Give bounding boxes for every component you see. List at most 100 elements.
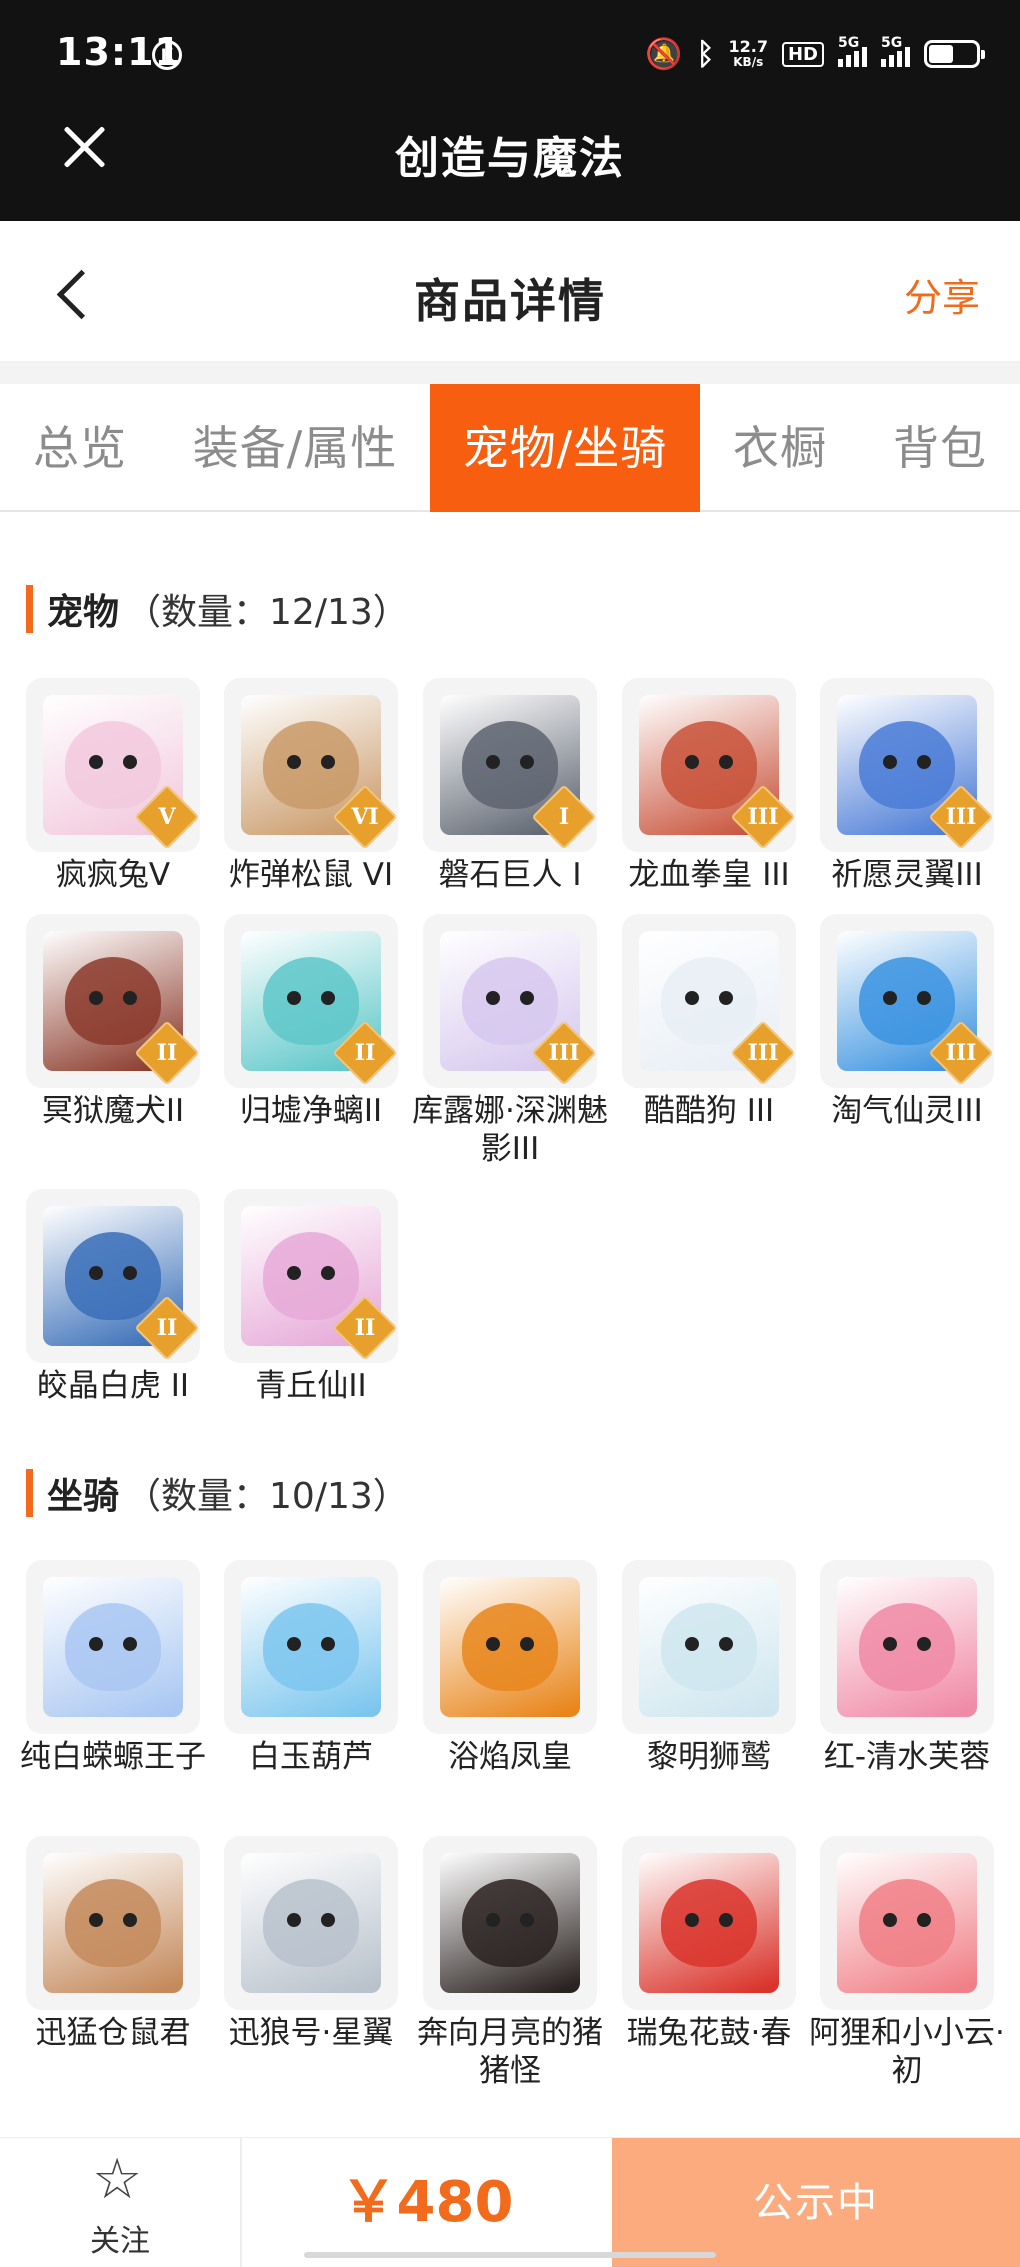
- tab-bar: 总览 装备/属性 宠物/坐骑 衣橱 背包: [0, 384, 1020, 512]
- grid-item[interactable]: III 淘气仙灵III: [820, 914, 994, 1130]
- grid-item[interactable]: 迅狼号·星翼: [224, 1836, 398, 2052]
- tier-badge: II: [332, 1295, 398, 1361]
- bottom-bar: ☆ 关注 ￥480 公示中: [0, 2137, 1020, 2267]
- item-name: 阿狸和小小云·初: [809, 2015, 1005, 2089]
- grid-item[interactable]: II 青丘仙II: [224, 1189, 398, 1405]
- item-name: 纯白蝾螈王子: [20, 1739, 206, 1775]
- creature-icon: [241, 1577, 381, 1717]
- item-thumbnail: [224, 1836, 398, 2010]
- app-title: 创造与魔法: [395, 133, 625, 184]
- home-indicator: [304, 2252, 716, 2258]
- page-header: 商品详情 分享: [0, 221, 1020, 361]
- net-speed: 12.7 KB/s: [728, 37, 768, 70]
- item-thumbnail: [423, 1560, 597, 1734]
- item-name: 磐石巨人 I: [438, 857, 582, 893]
- grid-item[interactable]: III 龙血拳皇 III: [622, 678, 796, 894]
- grid-item[interactable]: VI 炸弹松鼠 VI: [224, 678, 398, 894]
- tab-overview[interactable]: 总览: [0, 384, 160, 512]
- item-thumbnail: [224, 1560, 398, 1734]
- item-thumbnail: I: [423, 678, 597, 852]
- grid-item[interactable]: II 冥狱魔犬II: [26, 914, 200, 1130]
- item-thumbnail: III: [820, 678, 994, 852]
- share-button[interactable]: 分享: [904, 267, 980, 322]
- follow-button[interactable]: ☆ 关注: [0, 2138, 242, 2267]
- item-name: 红-清水芙蓉: [823, 1739, 991, 1775]
- creature-icon: [241, 1853, 381, 1993]
- grid-item[interactable]: 浴焰凤皇: [423, 1560, 597, 1776]
- item-thumbnail: VI: [224, 678, 398, 852]
- item-thumbnail: III: [820, 914, 994, 1088]
- creature-icon: [837, 1853, 977, 1993]
- item-name: 冥狱魔犬II: [41, 1093, 185, 1129]
- tab-pets-mounts[interactable]: 宠物/坐骑: [430, 384, 700, 512]
- item-thumbnail: II: [26, 914, 200, 1088]
- grid-item[interactable]: I 磐石巨人 I: [423, 678, 597, 894]
- item-thumbnail: II: [224, 914, 398, 1088]
- mute-bell-icon: 🔕: [645, 36, 683, 72]
- star-icon: ☆: [92, 2147, 143, 2212]
- grid-item[interactable]: II 归墟净螭II: [224, 914, 398, 1130]
- mounts-section-title: 坐骑 （数量：10/13）: [26, 1469, 409, 1517]
- status-icons: 🔕 ᛒ 12.7 KB/s HD 5G 5G: [645, 34, 985, 74]
- item-name: 皎晶白虎 II: [36, 1368, 190, 1404]
- page-title: 商品详情: [414, 274, 606, 328]
- grid-item[interactable]: II 皎晶白虎 II: [26, 1189, 200, 1405]
- bluetooth-icon: ᛒ: [696, 36, 715, 72]
- app-top-bar: 13:11 K 🔕 ᛒ 12.7 KB/s HD 5G 5G 创造与魔法: [0, 0, 1020, 221]
- tier-badge: III: [730, 1020, 796, 1086]
- item-thumbnail: [622, 1560, 796, 1734]
- grid-item[interactable]: 纯白蝾螈王子: [20, 1560, 206, 1776]
- item-name: 瑞兔花鼓·春: [626, 2015, 792, 2051]
- item-thumbnail: II: [26, 1189, 200, 1363]
- tier-badge: II: [332, 1020, 398, 1086]
- grid-item[interactable]: 阿狸和小小云·初: [809, 1836, 1005, 2090]
- item-name: 归墟净螭II: [239, 1093, 383, 1129]
- tier-badge: II: [134, 1020, 200, 1086]
- tier-badge: III: [928, 784, 994, 850]
- grid-item[interactable]: 黎明狮鹫: [622, 1560, 796, 1776]
- grid-item[interactable]: III 祈愿灵翼III: [820, 678, 994, 894]
- tier-badge: VI: [332, 784, 398, 850]
- grid-item[interactable]: III 库露娜·深渊魅影III: [412, 914, 608, 1168]
- creature-icon: [440, 1577, 580, 1717]
- item-name: 龙血拳皇 III: [628, 857, 790, 893]
- notification-icon: K: [152, 40, 182, 70]
- item-thumbnail: V: [26, 678, 200, 852]
- item-name: 青丘仙II: [255, 1368, 367, 1404]
- item-thumbnail: III: [622, 678, 796, 852]
- battery-icon: [924, 40, 985, 68]
- grid-item[interactable]: 奔向月亮的猪猪怪: [417, 1836, 603, 2090]
- creature-icon: [440, 1853, 580, 1993]
- creature-icon: [837, 1577, 977, 1717]
- tier-badge: V: [134, 784, 200, 850]
- signal-icon-2: 5G: [881, 35, 910, 67]
- item-thumbnail: III: [622, 914, 796, 1088]
- item-name: 库露娜·深渊魅影III: [412, 1093, 608, 1167]
- item-thumbnail: [820, 1836, 994, 2010]
- item-name: 迅狼号·星翼: [228, 2015, 394, 2051]
- tab-equipment[interactable]: 装备/属性: [160, 384, 430, 512]
- tab-wardrobe[interactable]: 衣橱: [700, 384, 860, 512]
- price: ￥480: [340, 2170, 514, 2235]
- grid-item[interactable]: 迅猛仓鼠君: [26, 1836, 200, 2052]
- signal-icon-1: 5G: [838, 35, 867, 67]
- tier-badge: III: [730, 784, 796, 850]
- grid-item[interactable]: 瑞兔花鼓·春: [622, 1836, 796, 2052]
- tab-backpack[interactable]: 背包: [860, 384, 1020, 512]
- item-name: 酷酷狗 III: [643, 1093, 775, 1129]
- grid-item[interactable]: III 酷酷狗 III: [622, 914, 796, 1130]
- item-thumbnail: [26, 1836, 200, 2010]
- grid-item[interactable]: V 疯疯兔V: [26, 678, 200, 894]
- item-thumbnail: [820, 1560, 994, 1734]
- item-thumbnail: [622, 1836, 796, 2010]
- tier-badge: III: [928, 1020, 994, 1086]
- grid-item[interactable]: 白玉葫芦: [224, 1560, 398, 1776]
- status-button[interactable]: 公示中: [612, 2138, 1020, 2267]
- item-name: 浴焰凤皇: [448, 1739, 572, 1775]
- creature-icon: [639, 1853, 779, 1993]
- grid-item[interactable]: 红-清水芙蓉: [820, 1560, 994, 1776]
- creature-icon: [639, 1577, 779, 1717]
- item-name: 炸弹松鼠 VI: [228, 857, 394, 893]
- item-thumbnail: II: [224, 1189, 398, 1363]
- item-name: 白玉葫芦: [249, 1739, 373, 1775]
